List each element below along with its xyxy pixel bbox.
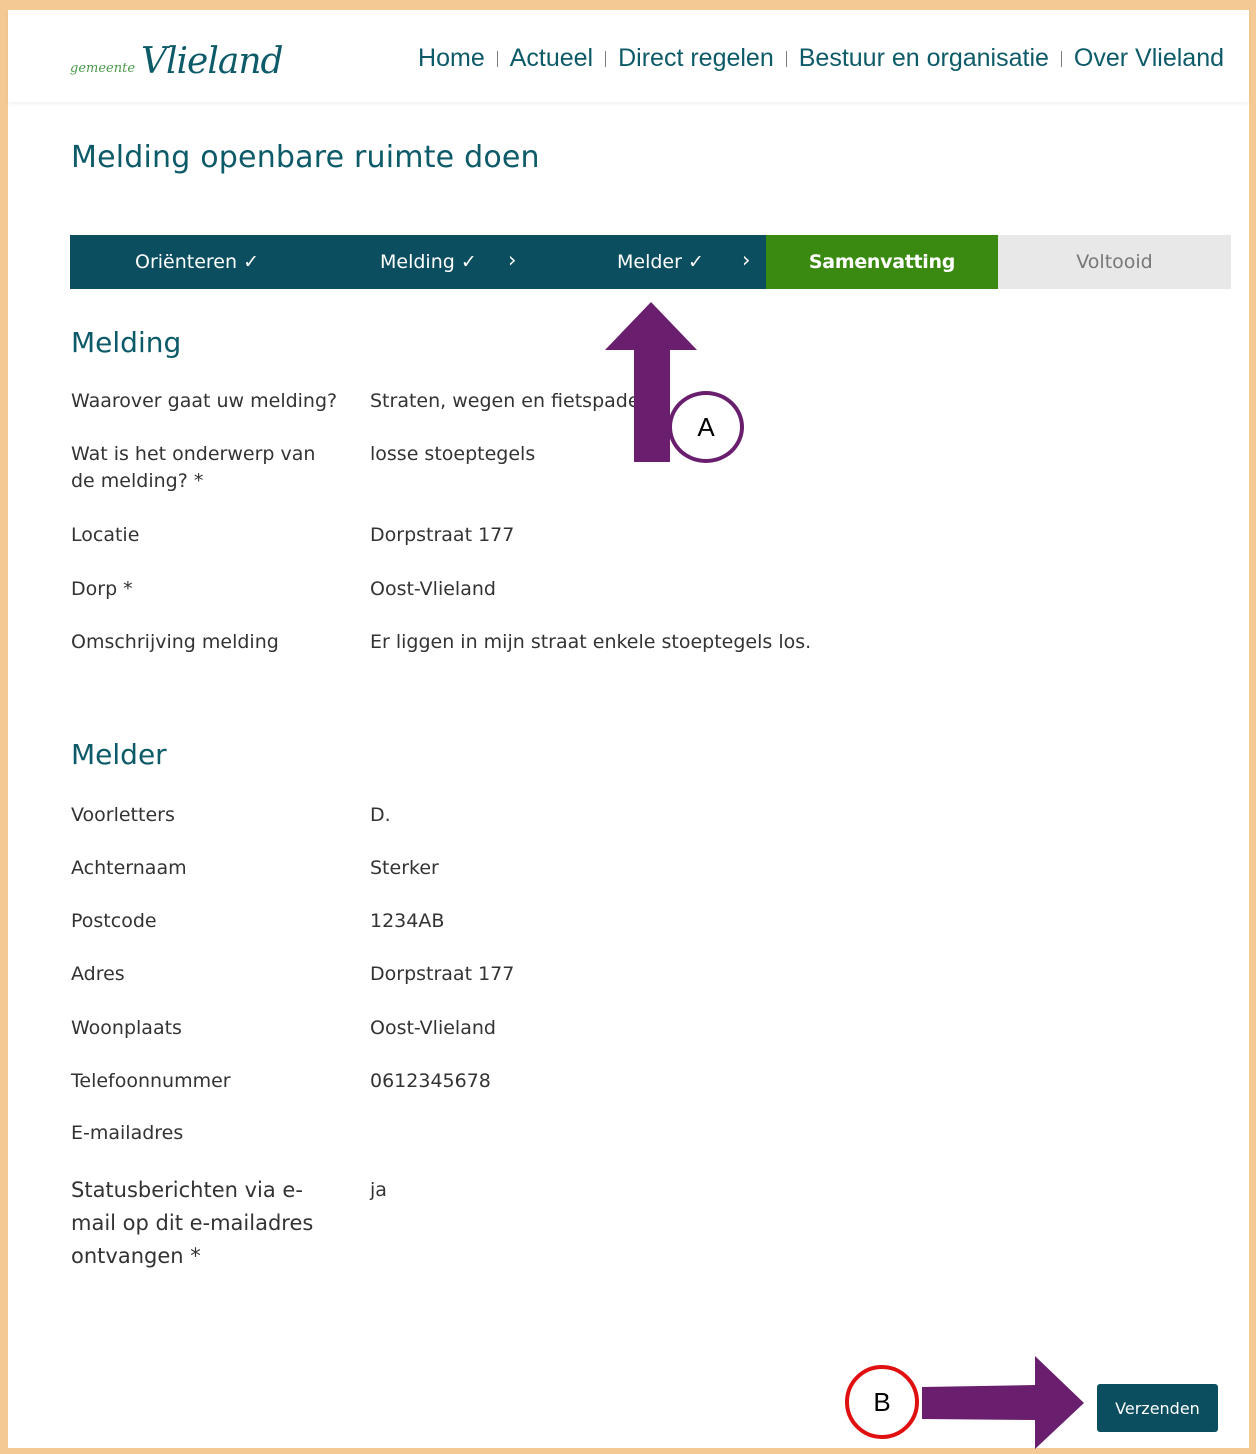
summary-label: Telefoonnummer xyxy=(71,1070,231,1092)
section-title-melding: Melding xyxy=(71,326,182,359)
page-frame: gemeente Vlieland Home Actueel Direct re… xyxy=(8,10,1249,1454)
step-orienteren-label: Oriënteren ✓ xyxy=(135,251,260,273)
summary-value: 0612345678 xyxy=(370,1070,491,1092)
site-header: gemeente Vlieland Home Actueel Direct re… xyxy=(8,10,1249,102)
step-melder-label: Melder ✓ xyxy=(617,251,704,273)
summary-value: Oost-Vlieland xyxy=(370,1017,496,1039)
step-melder[interactable]: Melder ✓ › xyxy=(534,235,766,289)
nav-bestuur-en-organisatie[interactable]: Bestuur en organisatie xyxy=(799,44,1049,73)
summary-value: Er liggen in mijn straat enkele stoepteg… xyxy=(370,631,812,653)
nav-over-vlieland[interactable]: Over Vlieland xyxy=(1074,44,1224,73)
main-navigation: Home Actueel Direct regelen Bestuur en o… xyxy=(418,44,1224,73)
summary-label: Waarover gaat uw melding? xyxy=(71,390,338,412)
nav-separator xyxy=(785,50,787,67)
chevron-right-icon: › xyxy=(508,248,517,272)
nav-separator xyxy=(605,50,607,67)
logo-vlieland-text: Vlieland xyxy=(141,41,284,82)
summary-value: Oost-Vlieland xyxy=(370,578,496,600)
summary-value: Dorpstraat 177 xyxy=(370,963,515,985)
step-melding-label: Melding ✓ xyxy=(380,251,477,273)
annotation-arrow-right-icon xyxy=(922,1356,1084,1449)
summary-value: Dorpstraat 177 xyxy=(370,524,515,546)
form-progress-steps: Oriënteren ✓ Melding ✓ › Melder ✓ › Same… xyxy=(70,235,1231,289)
nav-home[interactable]: Home xyxy=(418,44,485,73)
summary-label: E-mailadres xyxy=(71,1122,184,1144)
chevron-right-icon: › xyxy=(742,248,751,272)
page-title: Melding openbare ruimte doen xyxy=(71,140,540,175)
summary-label: Locatie xyxy=(71,524,140,546)
nav-direct-regelen[interactable]: Direct regelen xyxy=(618,44,774,73)
verzenden-button[interactable]: Verzenden xyxy=(1097,1384,1218,1432)
nav-actueel[interactable]: Actueel xyxy=(510,44,593,73)
annotation-label-a: A xyxy=(668,391,744,463)
summary-label: Wat is het onderwerp van de melding? * xyxy=(71,443,316,492)
summary-label: Omschrijving melding xyxy=(71,631,279,653)
step-melding[interactable]: Melding ✓ › xyxy=(302,235,534,289)
annotation-label-b: B xyxy=(845,1365,919,1439)
summary-label: Achternaam xyxy=(71,857,187,879)
step-samenvatting[interactable]: Samenvatting xyxy=(766,235,998,289)
section-title-melder: Melder xyxy=(71,738,167,771)
summary-label: Adres xyxy=(71,963,125,985)
nav-separator xyxy=(1060,50,1062,67)
summary-value: 1234AB xyxy=(370,910,445,932)
summary-label: Postcode xyxy=(71,910,157,932)
summary-label: Statusberichten via e-mail op dit e-mail… xyxy=(71,1178,314,1268)
nav-separator xyxy=(496,50,498,67)
summary-label: Voorletters xyxy=(71,804,175,826)
logo-gemeente-text: gemeente xyxy=(70,61,136,76)
summary-label: Dorp * xyxy=(71,578,133,600)
summary-label: Woonplaats xyxy=(71,1017,182,1039)
summary-value: Sterker xyxy=(370,857,439,879)
summary-value: D. xyxy=(370,804,391,826)
step-voltooid: Voltooid xyxy=(998,235,1231,289)
gemeente-vlieland-logo[interactable]: gemeente Vlieland xyxy=(70,40,284,82)
summary-value: ja xyxy=(370,1179,387,1201)
summary-value: losse stoeptegels xyxy=(370,443,536,465)
step-orienteren[interactable]: Oriënteren ✓ xyxy=(70,235,302,289)
